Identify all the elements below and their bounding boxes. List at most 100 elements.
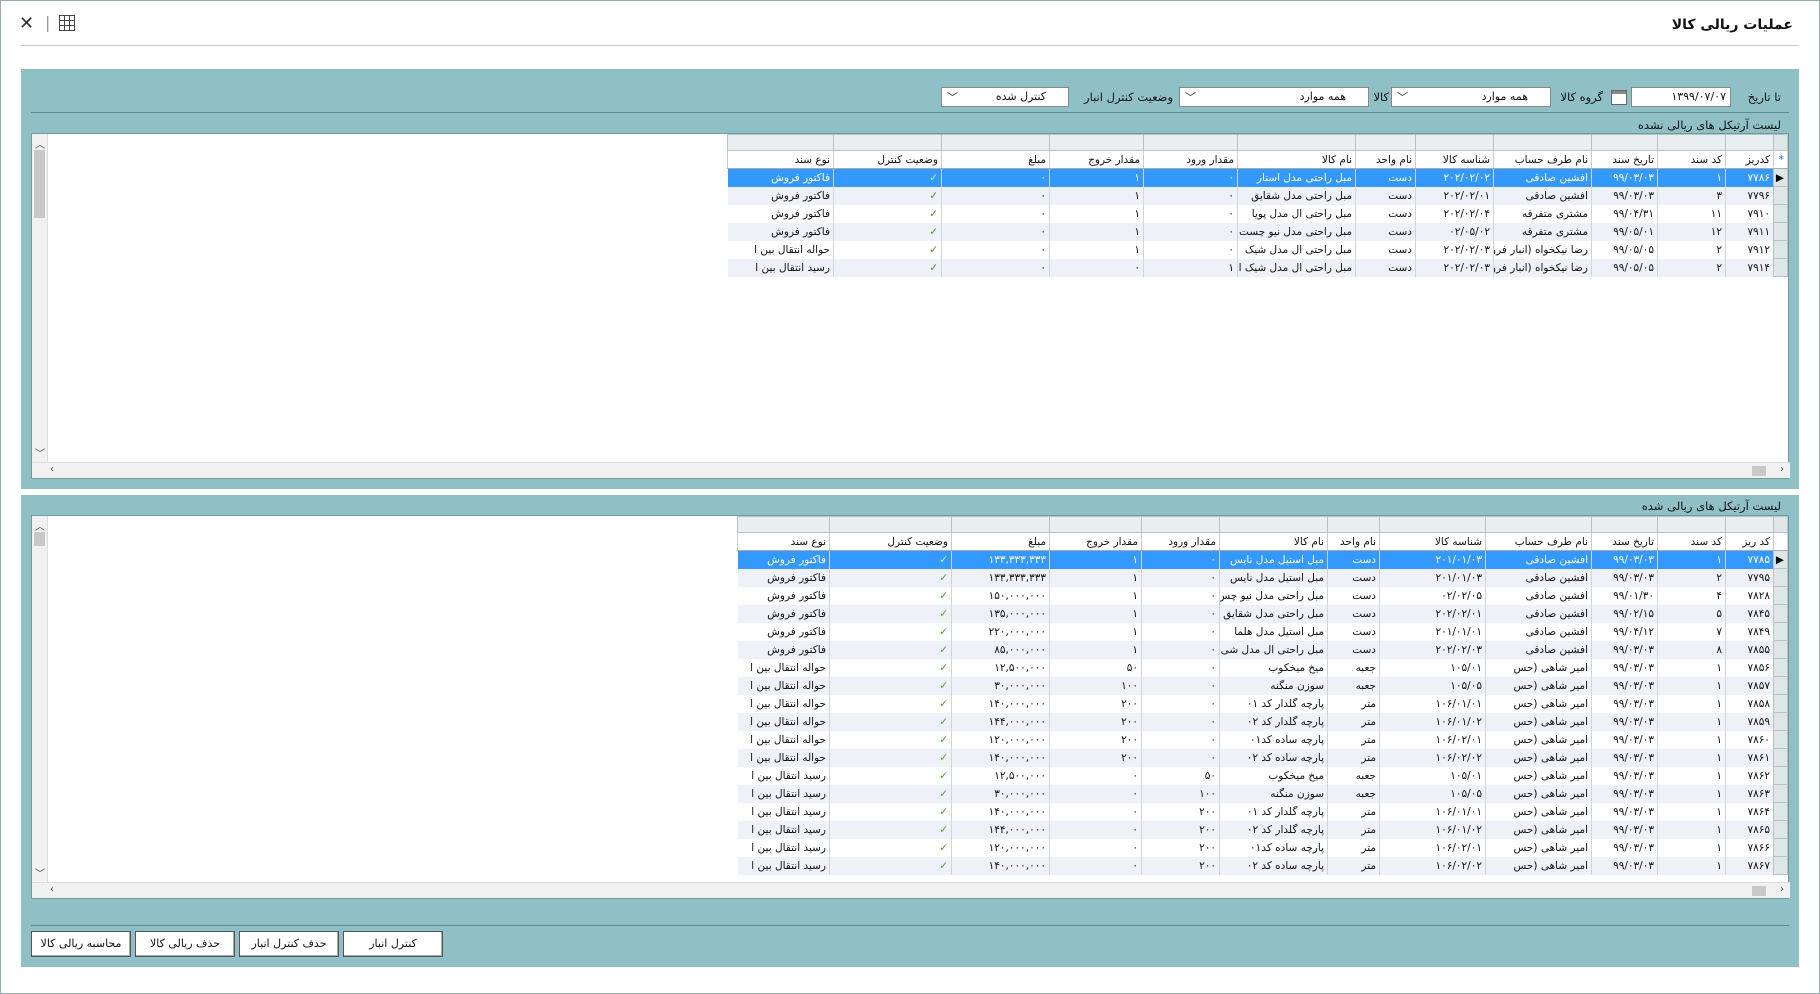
delete-rial-button[interactable]: حذف ریالی کالا <box>135 931 235 957</box>
scroll-right-icon[interactable]: › <box>1780 884 1784 895</box>
group-select[interactable]: همه موارد ﹀ <box>1391 87 1551 107</box>
column-header[interactable]: تاریخ سند <box>1591 532 1658 551</box>
filter-cell[interactable] <box>1493 134 1592 151</box>
table-row[interactable]: ۷۸۲۸ ۴ ۹۹/۰۱/۳۰ افشین صادقی ۰۲/۰۲/۰۵ دست مبل ر… <box>737 586 1788 605</box>
current-row-icon[interactable]: ▶ <box>1773 550 1788 569</box>
column-header[interactable]: تاریخ سند <box>1591 150 1658 169</box>
horizontal-scrollbar[interactable]: ‹ › <box>32 882 1790 898</box>
row-indicator[interactable] <box>1773 730 1788 749</box>
row-indicator[interactable] <box>1773 258 1788 277</box>
row-indicator[interactable] <box>1773 640 1788 659</box>
scroll-thumb[interactable] <box>34 150 45 218</box>
column-header[interactable]: شناسه کالا <box>1415 150 1494 169</box>
filter-cell[interactable] <box>1237 134 1356 151</box>
horizontal-scrollbar[interactable]: ‹ › <box>32 462 1790 478</box>
column-header[interactable]: مقدار خروج <box>1049 532 1142 551</box>
row-indicator[interactable] <box>1773 604 1788 623</box>
scroll-left-icon[interactable]: ‹ <box>50 464 54 475</box>
table-row[interactable]: ۷۷۹۵ ۲ ۹۹/۰۳/۰۳ افشین صادقی ۲۰۱/۰۱/۰۳ دست مبل … <box>737 568 1788 587</box>
column-header[interactable]: نام کالا <box>1237 150 1356 169</box>
column-header[interactable]: کد سند <box>1657 150 1726 169</box>
column-header[interactable]: مقدار ورود <box>1143 150 1238 169</box>
scroll-up-icon[interactable]: ︿ <box>35 136 45 151</box>
column-header[interactable]: نوع سند <box>737 532 830 551</box>
scroll-thumb-h[interactable] <box>1752 886 1766 896</box>
row-indicator[interactable] <box>1773 240 1788 259</box>
column-header[interactable]: شناسه کالا <box>1379 532 1486 551</box>
column-header[interactable]: کد سند <box>1657 532 1726 551</box>
table-row[interactable]: ۷۸۶۲ ۱ ۹۹/۰۳/۰۳ امیر شاهی (حس ۱۰۵/۰۱ جعبه میخ … <box>737 766 1788 785</box>
row-indicator[interactable] <box>1773 222 1788 241</box>
grid-icon[interactable] <box>59 15 75 31</box>
filter-cell[interactable] <box>1591 516 1658 533</box>
table-row[interactable]: ۷۸۵۶ ۱ ۹۹/۰۳/۰۳ امیر شاهی (حس ۱۰۵/۰۱ جعبه میخ … <box>737 658 1788 677</box>
row-indicator[interactable] <box>1773 856 1788 875</box>
filter-cell[interactable] <box>1049 134 1144 151</box>
filter-cell[interactable] <box>1219 516 1328 533</box>
filter-cell[interactable] <box>941 134 1050 151</box>
filter-cell[interactable] <box>1141 516 1220 533</box>
table-row[interactable]: ۷۸۶۴ ۱ ۹۹/۰۳/۰۳ امیر شاهی (حس ۱۰۶/۰۱/۰۱ متر پا… <box>737 802 1788 821</box>
filter-cell[interactable] <box>951 516 1050 533</box>
row-indicator[interactable] <box>1773 748 1788 767</box>
filter-cell[interactable] <box>1485 516 1592 533</box>
row-indicator[interactable] <box>1773 568 1788 587</box>
filter-cell[interactable] <box>1591 134 1658 151</box>
scroll-up-icon[interactable]: ︿ <box>35 518 45 533</box>
column-header[interactable]: وضعیت کنترل <box>829 532 952 551</box>
filter-cell[interactable] <box>727 134 834 151</box>
column-header[interactable]: مبلغ <box>941 150 1050 169</box>
filter-cell[interactable] <box>1327 516 1380 533</box>
table-row[interactable]: ۷۸۵۵ ۸ ۹۹/۰۳/۰۳ افشین صادقی ۲۰۲/۰۲/۰۳ دست مبل … <box>737 640 1788 659</box>
filter-cell[interactable] <box>1657 134 1726 151</box>
table-row[interactable]: ۷۸۶۳ ۱ ۹۹/۰۳/۰۳ امیر شاهی (حس ۱۰۵/۰۵ جعبه سوزن… <box>737 784 1788 803</box>
filter-cell[interactable] <box>1355 134 1416 151</box>
filter-cell[interactable] <box>1143 134 1238 151</box>
column-header[interactable]: نام طرف حساب <box>1485 532 1592 551</box>
table-row[interactable]: ▶ ۷۷۸۵ ۱ ۹۹/۰۳/۰۳ افشین صادقی ۲۰۱/۰۱/۰۳ دست مبل… <box>737 550 1788 569</box>
column-header[interactable]: مبلغ <box>951 532 1050 551</box>
column-header[interactable]: مقدار ورود <box>1141 532 1220 551</box>
row-indicator[interactable] <box>1773 784 1788 803</box>
filter-cell[interactable] <box>829 516 952 533</box>
column-header[interactable]: نام کالا <box>1219 532 1328 551</box>
column-header[interactable]: وضعیت کنترل <box>833 150 942 169</box>
scroll-right-icon[interactable]: › <box>1780 464 1784 475</box>
table-row[interactable]: ۷۸۵۸ ۱ ۹۹/۰۳/۰۳ امیر شاهی (حس ۱۰۶/۰۱/۰۱ متر پا… <box>737 694 1788 713</box>
calendar-icon[interactable] <box>1611 90 1627 105</box>
filter-cell[interactable] <box>1725 516 1774 533</box>
column-header[interactable]: نوع سند <box>727 150 834 169</box>
calc-rial-button[interactable]: محاسبه ریالی کالا <box>31 931 131 957</box>
row-indicator[interactable] <box>1773 766 1788 785</box>
filter-cell[interactable] <box>1379 516 1486 533</box>
table-row[interactable]: ۷۹۱۱ ۱۲ ۹۹/۰۵/۰۱ مشتری متفرقه ۰۲/۰۵/۰۲ دست مبل… <box>727 222 1788 241</box>
table-row[interactable]: ۷۸۶۷ ۱ ۹۹/۰۳/۰۳ امیر شاهی (حس ۱۰۶/۰۲/۰۲ متر پا… <box>737 856 1788 875</box>
delete-stock-control-button[interactable]: حذف کنترل انبار <box>239 931 339 957</box>
table-row[interactable]: ۷۸۶۰ ۱ ۹۹/۰۳/۰۳ امیر شاهی (حس ۱۰۶/۰۲/۰۱ متر پا… <box>737 730 1788 749</box>
scroll-down-icon[interactable]: ﹀ <box>35 865 45 880</box>
table-row[interactable]: ۷۸۴۹ ۷ ۹۹/۰۴/۱۲ افشین صادقی ۲۰۱/۰۱/۰۱ دست مبل … <box>737 622 1788 641</box>
table-row[interactable]: ▶ ۷۷۸۶ ۱ ۹۹/۰۳/۰۳ افشین صادقی ۲۰۲/۰۲/۰۲ دست مبل… <box>727 168 1788 187</box>
table-row[interactable]: ۷۹۱۰ ۱۱ ۹۹/۰۴/۳۱ مشتری متفرقه ۲۰۲/۰۲/۰۴ دست مب… <box>727 204 1788 223</box>
filter-cell[interactable] <box>1657 516 1726 533</box>
filter-cell[interactable] <box>1725 134 1774 151</box>
row-indicator[interactable] <box>1773 802 1788 821</box>
table-row[interactable]: ۷۹۱۴ ۲ ۹۹/۰۵/۰۵ رضا نیکخواه (انبار فرو ۲۰۲/۰… <box>727 258 1788 277</box>
table-row[interactable]: ۷۸۵۷ ۱ ۹۹/۰۳/۰۳ امیر شاهی (حس ۱۰۵/۰۵ جعبه سوزن… <box>737 676 1788 695</box>
table-row[interactable]: ۷۸۶۱ ۱ ۹۹/۰۳/۰۳ امیر شاهی (حس ۱۰۶/۰۲/۰۲ متر پا… <box>737 748 1788 767</box>
close-icon[interactable]: ✕ <box>19 13 34 34</box>
table-row[interactable]: ۷۷۹۶ ۳ ۹۹/۰۳/۰۳ افشین صادقی ۲۰۲/۰۲/۰۱ دست مبل … <box>727 186 1788 205</box>
item-select[interactable]: همه موارد ﹀ <box>1179 87 1369 107</box>
to-date-field[interactable]: ۱۳۹۹/۰۷/۰۷ <box>1631 87 1731 107</box>
row-indicator[interactable] <box>1773 186 1788 205</box>
filter-cell[interactable] <box>1415 134 1494 151</box>
column-header[interactable]: نام طرف حساب <box>1493 150 1592 169</box>
row-indicator[interactable] <box>1773 204 1788 223</box>
row-indicator[interactable] <box>1773 622 1788 641</box>
filter-cell[interactable] <box>737 516 830 533</box>
filter-cell[interactable] <box>833 134 942 151</box>
new-row-icon[interactable]: * <box>1773 150 1788 169</box>
vertical-scrollbar[interactable]: ︿ ﹀ <box>32 134 48 462</box>
scroll-thumb[interactable] <box>34 532 45 546</box>
table-row[interactable]: ۷۸۶۵ ۱ ۹۹/۰۳/۰۳ امیر شاهی (حس ۱۰۶/۰۱/۰۲ متر پا… <box>737 820 1788 839</box>
